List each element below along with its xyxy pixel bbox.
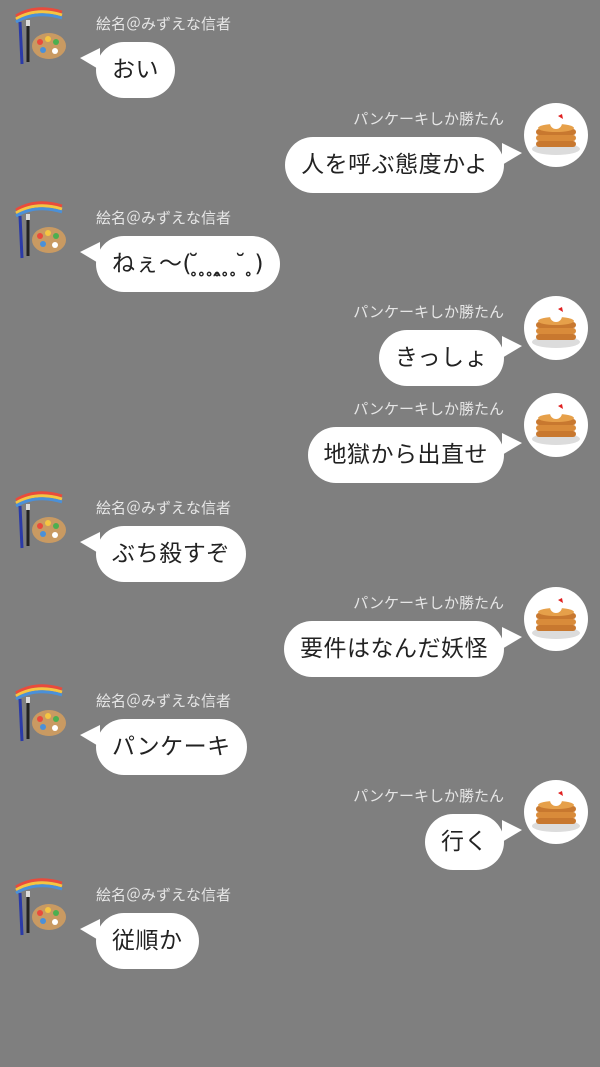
paint-palette-icon[interactable] [10,877,72,939]
message-item: パンケーキしか勝たん きっしょ [0,294,600,390]
message-bubble[interactable]: きっしょ [378,330,504,386]
sender-name: 絵名＠みずえな信者 [96,886,232,904]
pancake-icon[interactable] [524,296,588,360]
sender-name: 絵名＠みずえな信者 [96,15,232,33]
message-item: 絵名＠みずえな信者 ねぇ〜( ̥̆ ̥ ̥ ̯̥ ̥ ̥ ̆ ̥) [0,200,600,296]
message-bubble[interactable]: 従順か [96,913,199,969]
sender-name: パンケーキしか勝たん [353,303,504,321]
message-item: パンケーキしか勝たん 地獄から出直せ [0,391,600,487]
paint-palette-icon[interactable] [10,200,72,262]
pancake-icon[interactable] [524,780,588,844]
message-bubble[interactable]: 人を呼ぶ態度かよ [285,137,504,193]
message-item: パンケーキしか勝たん 人を呼ぶ態度かよ [0,101,600,197]
message-bubble[interactable]: ぶち殺すぞ [96,526,246,582]
sender-name: 絵名＠みずえな信者 [96,209,232,227]
sender-name: パンケーキしか勝たん [353,787,504,805]
message-bubble[interactable]: 地獄から出直せ [307,427,504,483]
message-bubble[interactable]: 要件はなんだ妖怪 [284,621,504,677]
bubble-tail [502,336,522,358]
bubble-tail [502,143,522,165]
sender-name: パンケーキしか勝たん [353,110,504,128]
paint-palette-icon[interactable] [10,6,72,68]
bubble-tail [502,627,522,649]
message-bubble[interactable]: おい [96,42,175,98]
bubble-tail [502,433,522,455]
sender-name: 絵名＠みずえな信者 [96,499,232,517]
message-item: 絵名＠みずえな信者 おい [0,6,600,102]
bubble-tail [502,820,522,842]
message-bubble[interactable]: パンケーキ [96,719,247,775]
paint-palette-icon[interactable] [10,490,72,552]
pancake-icon[interactable] [524,393,588,457]
message-item: 絵名＠みずえな信者 パンケーキ [0,683,600,779]
message-bubble[interactable]: ねぇ〜( ̥̆ ̥ ̥ ̯̥ ̥ ̥ ̆ ̥) [96,236,280,292]
message-bubble[interactable]: 行く [425,814,504,870]
paint-palette-icon[interactable] [10,683,72,745]
message-item: 絵名＠みずえな信者 従順か [0,877,600,973]
message-item: 絵名＠みずえな信者 ぶち殺すぞ [0,490,600,586]
message-item: パンケーキしか勝たん 要件はなんだ妖怪 [0,585,600,681]
pancake-icon[interactable] [524,103,588,167]
sender-name: パンケーキしか勝たん [353,400,504,418]
message-item: パンケーキしか勝たん 行く [0,778,600,874]
chat-log[interactable]: 絵名＠みずえな信者 おい パンケーキしか勝たん 人を呼ぶ態度かよ 絵名＠みずえな… [0,0,600,1067]
sender-name: 絵名＠みずえな信者 [96,692,232,710]
sender-name: パンケーキしか勝たん [353,594,504,612]
pancake-icon[interactable] [524,587,588,651]
